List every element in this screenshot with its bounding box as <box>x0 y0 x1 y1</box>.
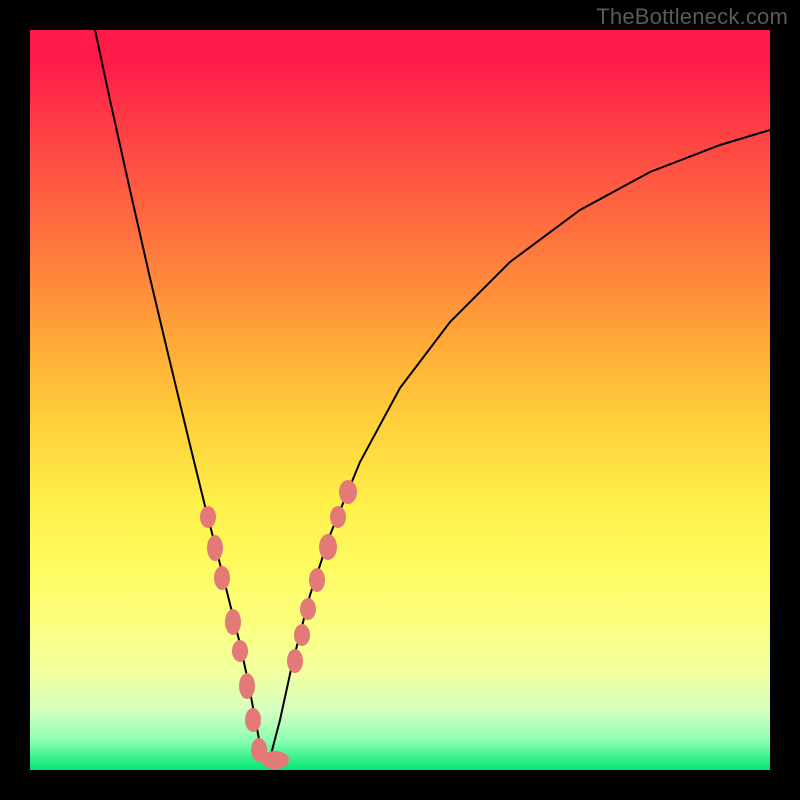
plot-area <box>30 30 770 770</box>
bead <box>261 751 289 769</box>
bead <box>239 673 255 699</box>
bead <box>309 568 325 592</box>
bead <box>200 506 216 528</box>
outer-frame: TheBottleneck.com <box>0 0 800 800</box>
bead <box>207 535 223 561</box>
valley-curve <box>95 30 770 758</box>
bead <box>214 566 230 590</box>
bead <box>339 480 357 504</box>
bead <box>319 534 337 560</box>
bead <box>300 598 316 620</box>
bead <box>294 624 310 646</box>
chart-svg <box>30 30 770 770</box>
bead <box>245 708 261 732</box>
watermark-text: TheBottleneck.com <box>596 4 788 30</box>
bead <box>232 640 248 662</box>
bead <box>225 609 241 635</box>
bead <box>330 506 346 528</box>
bead <box>287 649 303 673</box>
